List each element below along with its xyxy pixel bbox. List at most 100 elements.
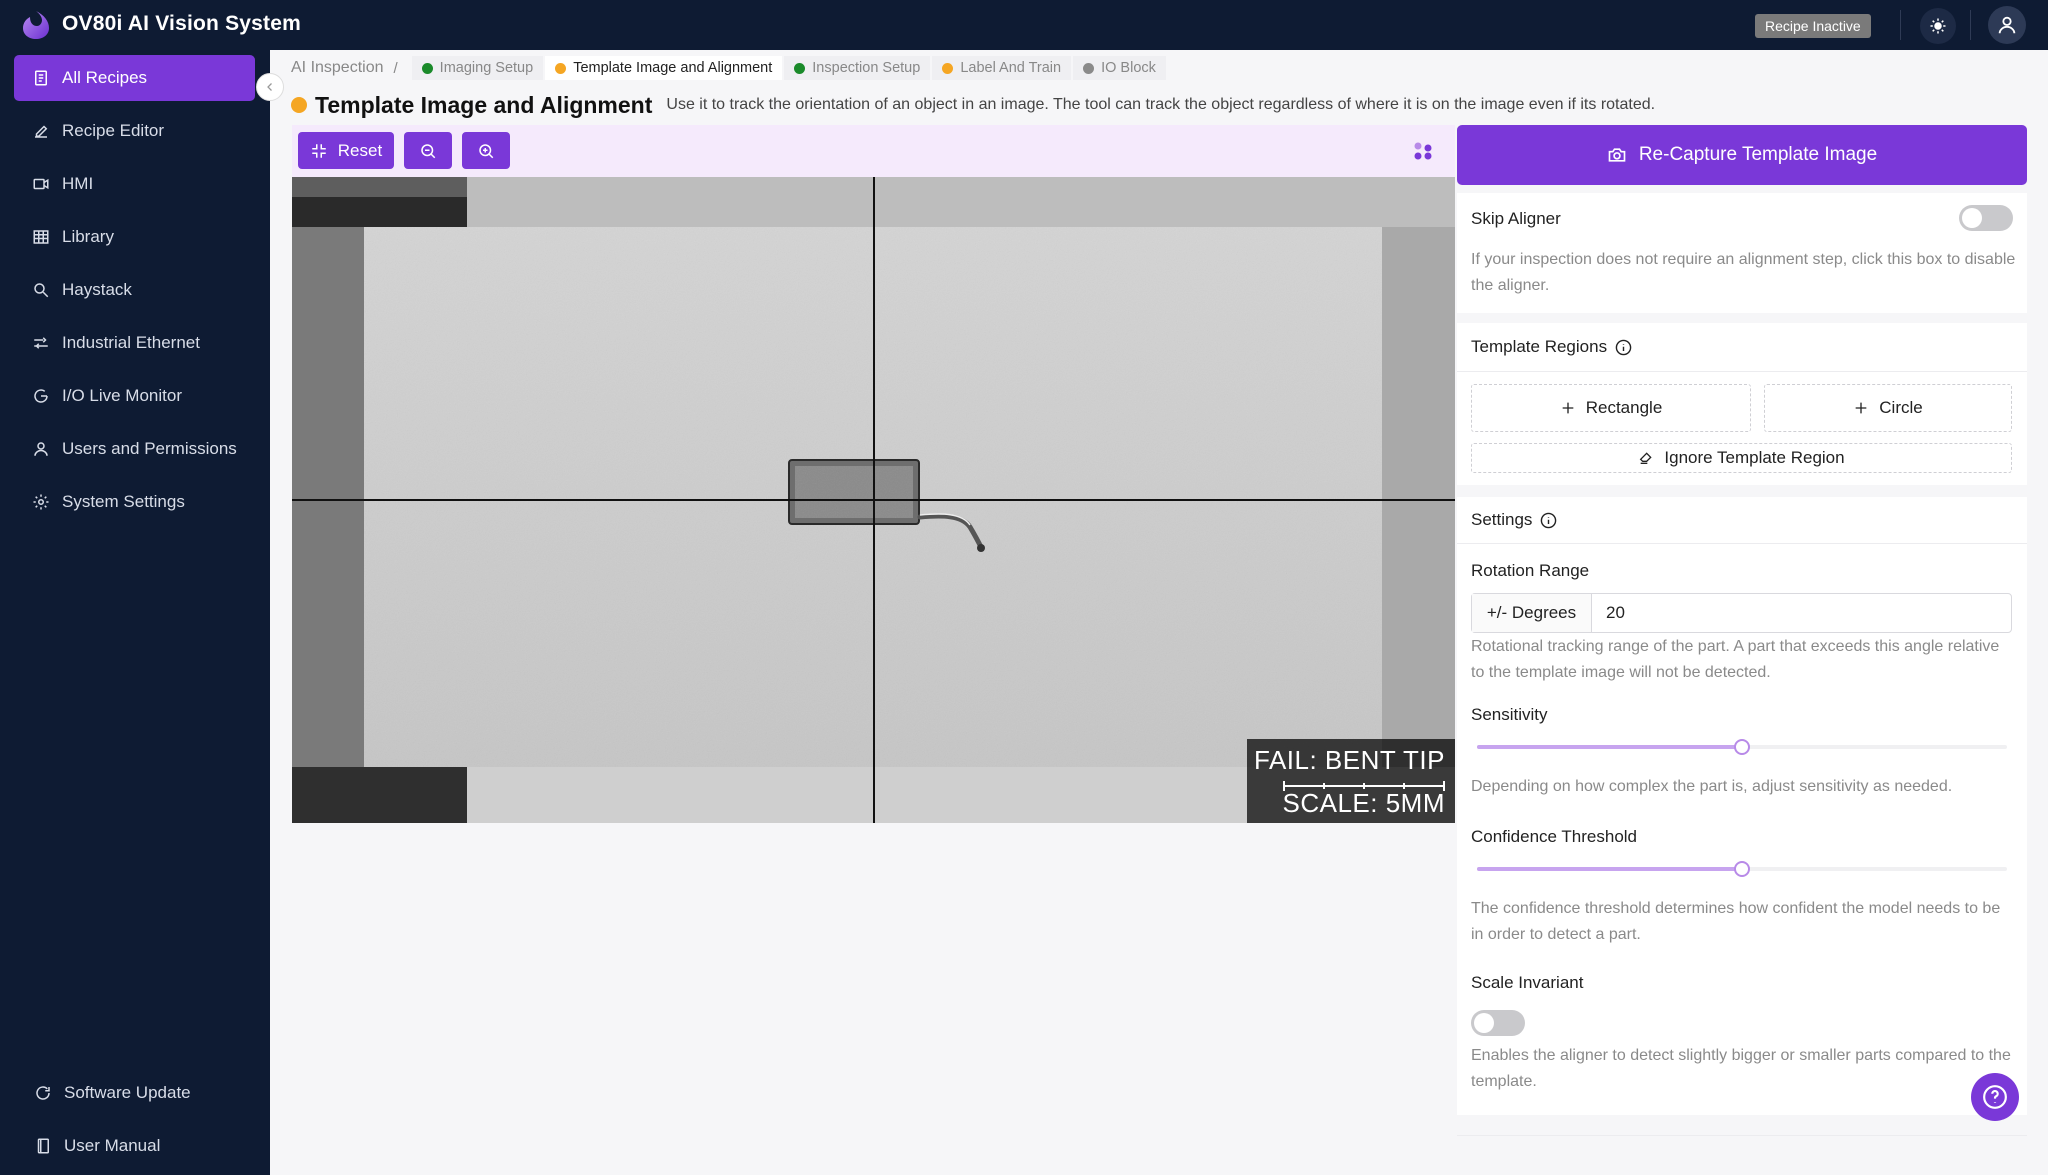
settings-title-text: Settings <box>1471 510 1533 529</box>
tab-label-and-train[interactable]: Label And Train <box>932 56 1072 80</box>
info-icon[interactable] <box>1540 512 1557 529</box>
sidebar-item-users-and-permissions[interactable]: Users and Permissions <box>14 426 255 472</box>
status-dot <box>1083 62 1095 74</box>
user-menu-button[interactable] <box>1988 6 2026 44</box>
sidebar-item-label: System Settings <box>62 492 185 511</box>
slider-track <box>1477 867 1742 871</box>
divider <box>1457 371 2027 372</box>
zoom-out-button[interactable] <box>404 132 452 169</box>
rotation-range-help: Rotational tracking range of the part. A… <box>1471 638 2000 681</box>
tab-label: Template Image and Alignment <box>573 60 773 76</box>
sidebar-item-software-update[interactable]: Software Update <box>16 1070 257 1116</box>
recipe-status-badge: Recipe Inactive <box>1755 14 1871 38</box>
slider-track <box>1477 745 1742 749</box>
status-dot <box>942 62 954 74</box>
sidebar-item-label: Software Update <box>64 1083 191 1102</box>
rotation-range-input[interactable]: +/- Degrees 20 <box>1471 593 2012 633</box>
status-dot <box>291 97 307 113</box>
sidebar-item-all-recipes[interactable]: All Recipes <box>14 55 255 101</box>
tab-inspection-setup[interactable]: Inspection Setup <box>784 56 931 80</box>
slider-handle[interactable] <box>1734 861 1750 877</box>
sidebar-item-label: Haystack <box>62 280 132 299</box>
sidebar-item-label: All Recipes <box>62 68 148 87</box>
tab-label: IO Block <box>1101 60 1156 76</box>
template-image-viewer[interactable]: FAIL: BENT TIP SCALE: 5MM <box>292 177 1455 823</box>
page-title: Template Image and Alignment <box>315 91 653 118</box>
scale-invariant-toggle[interactable] <box>1471 1010 1525 1036</box>
template-regions-title-text: Template Regions <box>1471 337 1608 356</box>
sidebar-item-hmi[interactable]: HMI <box>14 161 255 207</box>
sidebar-item-io-live-monitor[interactable]: I/O Live Monitor <box>14 373 255 419</box>
slider-handle[interactable] <box>1734 739 1750 755</box>
template-regions-title: Template Regions <box>1471 337 1632 357</box>
ethernet-icon <box>34 337 48 349</box>
status-dot <box>555 62 567 74</box>
breadcrumb-separator: / <box>393 59 398 77</box>
rotation-range-addon: +/- Degrees <box>1472 594 1592 632</box>
settings-card: Settings Rotation Range +/- Degrees 20 R… <box>1457 497 2027 1115</box>
zoom-in-button[interactable] <box>462 132 510 169</box>
confidence-threshold-help: The confidence threshold determines how … <box>1471 900 2001 943</box>
sidebar-item-recipe-editor[interactable]: Recipe Editor <box>14 108 255 154</box>
sidebar-item-system-settings[interactable]: System Settings <box>14 479 255 525</box>
sidebar-item-library[interactable]: Library <box>14 214 255 260</box>
result-overlay: FAIL: BENT TIP SCALE: 5MM <box>1247 739 1455 823</box>
refresh-icon <box>36 1086 50 1100</box>
user-icon <box>34 442 48 456</box>
loading-dots-icon <box>1414 142 1432 160</box>
circle-label: Circle <box>1879 398 1923 417</box>
reset-button[interactable]: Reset <box>298 132 394 169</box>
rotation-range-value[interactable]: 20 <box>1592 594 1625 632</box>
tab-imaging-setup[interactable]: Imaging Setup <box>411 56 544 80</box>
ignore-label: Ignore Template Region <box>1664 448 1845 467</box>
image-toolbar: Reset <box>292 125 1455 177</box>
sidebar-item-label: User Manual <box>64 1136 161 1155</box>
document-icon <box>35 70 47 86</box>
scale-invariant-label: Scale Invariant <box>1471 973 1584 992</box>
status-dot <box>421 62 433 74</box>
tab-label: Inspection Setup <box>812 60 921 76</box>
confidence-threshold-slider[interactable] <box>1477 861 2007 877</box>
page-description: Use it to track the orientation of an ob… <box>666 96 1656 113</box>
tab-io-block[interactable]: IO Block <box>1073 56 1166 80</box>
eraser-icon <box>1640 452 1653 464</box>
divider <box>1457 1135 2027 1136</box>
sidebar-item-label: I/O Live Monitor <box>62 386 182 405</box>
sidebar-collapse-button[interactable] <box>256 73 284 101</box>
breadcrumb-root[interactable]: AI Inspection <box>291 59 384 77</box>
help-button[interactable] <box>1971 1073 2019 1121</box>
topbar-divider <box>1900 10 1901 40</box>
skip-aligner-card: Skip Aligner If your inspection does not… <box>1457 193 2027 313</box>
theme-toggle-button[interactable] <box>1920 8 1956 44</box>
logo-icon <box>23 11 49 39</box>
sun-icon <box>1930 18 1946 34</box>
sidebar-item-industrial-ethernet[interactable]: Industrial Ethernet <box>14 320 255 366</box>
status-dot <box>794 62 806 74</box>
zoom-out-icon <box>421 143 436 158</box>
camera-icon <box>1608 148 1626 162</box>
skip-aligner-toggle[interactable] <box>1959 205 2013 231</box>
ignore-template-region-button[interactable]: Ignore Template Region <box>1471 443 2012 473</box>
zoom-in-icon <box>479 143 494 158</box>
page-header: Template Image and Alignment Use it to t… <box>291 90 1655 120</box>
recapture-template-button[interactable]: Re-Capture Template Image <box>1457 125 2027 185</box>
chevron-left-icon <box>267 83 272 91</box>
sidebar-item-user-manual[interactable]: User Manual <box>16 1123 257 1169</box>
rotation-range-label: Rotation Range <box>1471 561 1590 580</box>
add-circle-button[interactable]: Circle <box>1764 384 2012 432</box>
scale-text: SCALE: 5MM <box>1282 788 1445 818</box>
sensitivity-slider[interactable] <box>1477 739 2007 755</box>
topbar-divider <box>1970 10 1971 40</box>
skip-aligner-label: Skip Aligner <box>1471 209 1561 228</box>
plus-icon <box>1855 402 1867 414</box>
app-title: OV80i AI Vision System <box>62 12 301 35</box>
rectangle-label: Rectangle <box>1585 398 1663 417</box>
reset-label: Reset <box>337 140 383 160</box>
search-icon <box>34 283 49 298</box>
recapture-label: Re-Capture Template Image <box>1638 144 1878 165</box>
add-rectangle-button[interactable]: Rectangle <box>1471 384 1751 432</box>
sidebar-item-haystack[interactable]: Haystack <box>14 267 255 313</box>
pencil-icon <box>35 125 48 138</box>
info-icon[interactable] <box>1615 339 1632 356</box>
tab-template-image-and-alignment[interactable]: Template Image and Alignment <box>545 56 783 80</box>
